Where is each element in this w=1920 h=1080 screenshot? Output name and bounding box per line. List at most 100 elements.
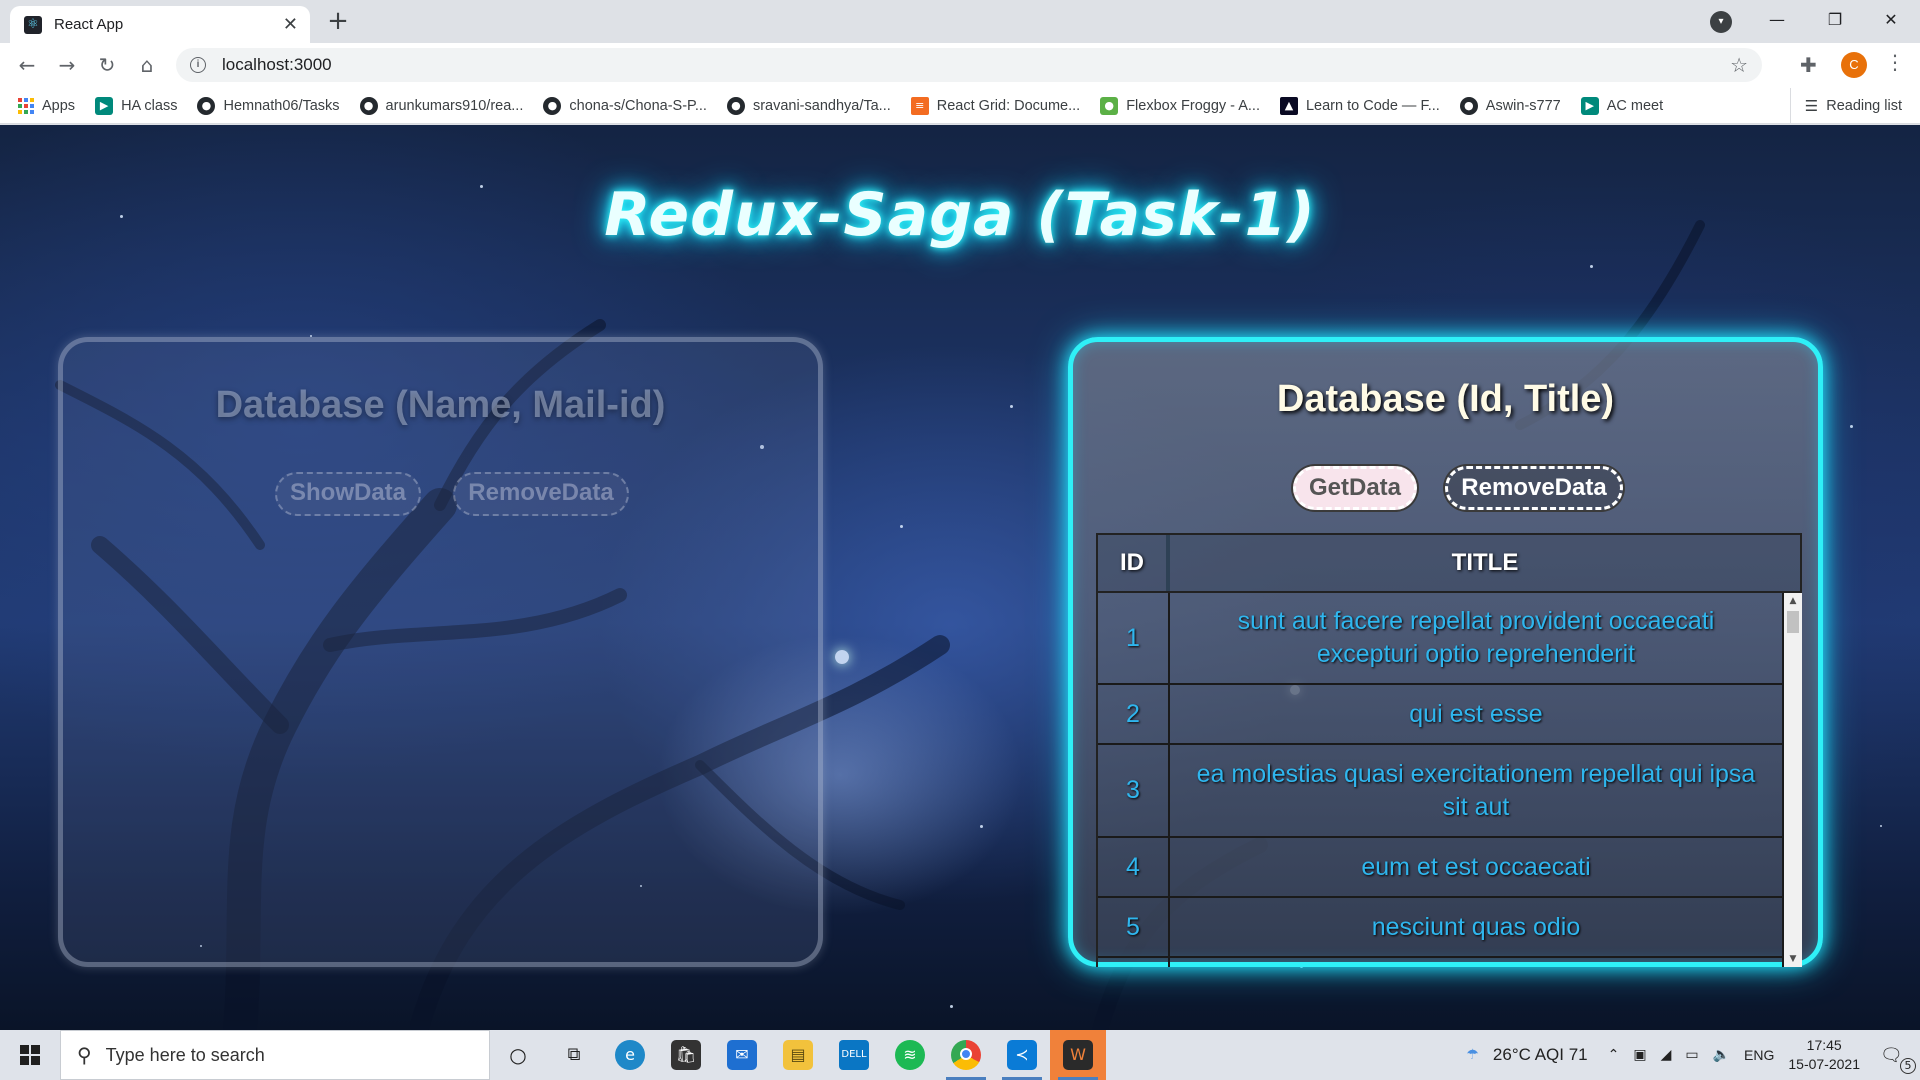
froggy-icon: ● (1100, 96, 1119, 115)
remove-users-button[interactable]: RemoveData (453, 472, 629, 516)
chrome-icon[interactable] (938, 1030, 994, 1080)
bookmark-label: Aswin-s777 (1485, 97, 1561, 114)
volume-icon[interactable]: 🔈 (1713, 1047, 1730, 1063)
table-body[interactable]: 1 sunt aut facere repellat provident occ… (1096, 593, 1802, 967)
vscode-icon[interactable]: ≺ (994, 1030, 1050, 1080)
cell-id: 3 (1098, 745, 1170, 836)
scrollbar-thumb[interactable] (1787, 611, 1799, 633)
react-grid-icon: ≡ (910, 96, 929, 115)
chevron-up-icon[interactable]: ⌃ (1608, 1047, 1620, 1063)
waves-app-icon[interactable]: W (1050, 1030, 1106, 1080)
cell-title: eum et est occaecati (1361, 852, 1591, 881)
taskbar-search-placeholder: Type here to search (105, 1044, 265, 1065)
page-viewport: Redux-Saga (Task-1) Database (Name, Mail… (0, 125, 1920, 1030)
tab-strip: ⚛ React App ✕ + ▾ — ❐ ✕ (0, 0, 1920, 43)
meet-icon: ▶ (95, 96, 114, 115)
bookmark-star-icon[interactable]: ☆ (1730, 53, 1748, 77)
page-title: Redux-Saga (Task-1) (604, 180, 1316, 250)
bookmark-aswin[interactable]: ● Aswin-s777 (1459, 96, 1561, 115)
apps-grid-icon (18, 97, 34, 114)
reload-icon[interactable]: ↻ (92, 50, 122, 80)
task-view-icon[interactable]: ⧉ (546, 1030, 602, 1080)
scroll-up-icon[interactable]: ▲ (1784, 593, 1802, 609)
bookmark-label: Apps (42, 97, 76, 114)
table-row: 2 qui est esse (1098, 685, 1784, 745)
weather-text[interactable]: 26°C AQI 71 (1493, 1045, 1588, 1065)
close-window-button[interactable]: ✕ (1862, 0, 1920, 40)
bookmark-label: AC meet (1606, 97, 1664, 114)
windows-start-icon[interactable] (0, 1030, 60, 1080)
bookmark-sravani[interactable]: ● sravani-sandhya/Ta... (726, 96, 891, 115)
maximize-button[interactable]: ❐ (1806, 0, 1864, 40)
battery-icon[interactable]: ▭ (1685, 1047, 1698, 1063)
cell-id: 4 (1098, 838, 1170, 896)
show-data-button[interactable]: ShowData (275, 472, 421, 516)
table-row: 4 eum et est occaecati (1098, 838, 1784, 898)
bookmark-label: HA class (121, 97, 178, 114)
browser-tab[interactable]: ⚛ React App ✕ (10, 6, 310, 43)
back-icon[interactable]: ← (12, 50, 42, 80)
users-database-card: Database (Name, Mail-id) ShowData Remove… (58, 337, 823, 967)
bookmark-label: Hemnath06/Tasks (223, 97, 340, 114)
table-scrollbar[interactable]: ▲ ▼ (1784, 593, 1802, 967)
tab-close-icon[interactable]: ✕ (283, 14, 298, 35)
scroll-down-icon[interactable]: ▼ (1784, 951, 1802, 967)
address-bar[interactable]: i localhost:3000 ☆ (176, 48, 1762, 82)
table-row: 3 ea molestias quasi exercitationem repe… (1098, 745, 1784, 838)
store-icon[interactable]: 🛍 (658, 1030, 714, 1080)
file-explorer-icon[interactable]: ▤ (770, 1030, 826, 1080)
posts-table: ID TITLE 1 sunt aut facere repellat prov… (1096, 533, 1806, 967)
url-text[interactable]: localhost:3000 (222, 55, 332, 75)
bookmark-ha-class[interactable]: ▶ HA class (95, 96, 178, 115)
table-row: 1 sunt aut facere repellat provident occ… (1098, 593, 1784, 685)
github-icon: ● (1459, 96, 1478, 115)
system-tray: ☂ 26°C AQI 71 ⌃ ▣ ◢ ▭ 🔈 ENG 17:45 15-07-… (1466, 1030, 1920, 1080)
spotify-icon[interactable]: ≋ (882, 1030, 938, 1080)
notification-center-icon[interactable]: 🗨 5 (1880, 1045, 1920, 1074)
bookmark-apps[interactable]: Apps (18, 97, 76, 114)
language-indicator[interactable]: ENG (1744, 1047, 1774, 1063)
site-info-icon[interactable]: i (190, 57, 206, 73)
extensions-icon[interactable]: ✚ (1800, 53, 1817, 77)
network-icon[interactable]: ◢ (1661, 1047, 1672, 1063)
weather-icon[interactable]: ☂ (1466, 1047, 1479, 1063)
users-card-heading: Database (Name, Mail-id) (215, 384, 666, 426)
bookmark-react-grid[interactable]: ≡ React Grid: Docume... (910, 96, 1081, 115)
get-data-button[interactable]: GetData (1293, 466, 1417, 510)
github-icon: ● (197, 96, 216, 115)
taskbar-clock[interactable]: 17:45 15-07-2021 (1788, 1036, 1860, 1074)
forward-icon[interactable]: → (52, 50, 82, 80)
react-favicon-icon: ⚛ (24, 15, 42, 34)
mail-icon[interactable]: ✉ (714, 1030, 770, 1080)
search-icon: ⚲ (77, 1043, 92, 1067)
bookmark-flexbox-froggy[interactable]: ● Flexbox Froggy - A... (1100, 96, 1260, 115)
taskbar-search-box[interactable]: ⚲ Type here to search (60, 1030, 490, 1080)
cell-id: 1 (1098, 593, 1170, 683)
browser-menu-icon[interactable]: ⋮ (1885, 50, 1905, 74)
bookmark-label: React Grid: Docume... (936, 97, 1081, 114)
cell-title: sunt aut facere repellat provident occae… (1237, 607, 1715, 668)
home-icon[interactable]: ⌂ (132, 50, 162, 80)
new-tab-button[interactable]: + (322, 6, 354, 38)
bookmark-arunkumars[interactable]: ● arunkumars910/rea... (359, 96, 524, 115)
edge-icon[interactable]: e (602, 1030, 658, 1080)
bookmark-chona[interactable]: ● chona-s/Chona-S-P... (543, 96, 707, 115)
cell-title: nesciunt quas odio (1371, 912, 1581, 941)
posts-card-heading: Database (Id, Title) (1276, 378, 1615, 420)
tab-search-icon[interactable]: ▾ (1710, 11, 1732, 33)
bookmarks-bar: Apps ▶ HA class ● Hemnath06/Tasks ● arun… (0, 88, 1920, 124)
meet-icon: ▶ (1580, 96, 1599, 115)
reading-list-button[interactable]: ☰ Reading list (1789, 88, 1902, 124)
bookmark-label: arunkumars910/rea... (385, 97, 524, 114)
bookmark-hemnath-tasks[interactable]: ● Hemnath06/Tasks (197, 96, 340, 115)
minimize-button[interactable]: — (1748, 0, 1806, 40)
posts-database-card: Database (Id, Title) GetData RemoveData … (1068, 337, 1823, 967)
profile-avatar[interactable]: C (1841, 52, 1867, 78)
meet-now-icon[interactable]: ▣ (1633, 1047, 1646, 1063)
bookmark-freecodecamp[interactable]: ▲ Learn to Code — F... (1279, 96, 1440, 115)
dell-icon[interactable]: DELL (826, 1030, 882, 1080)
cortana-icon[interactable]: ○ (490, 1030, 546, 1080)
cell-title: ea molestias quasi exercitationem repell… (1196, 759, 1756, 821)
remove-posts-button[interactable]: RemoveData (1445, 466, 1623, 510)
bookmark-ac-meet[interactable]: ▶ AC meet (1580, 96, 1664, 115)
